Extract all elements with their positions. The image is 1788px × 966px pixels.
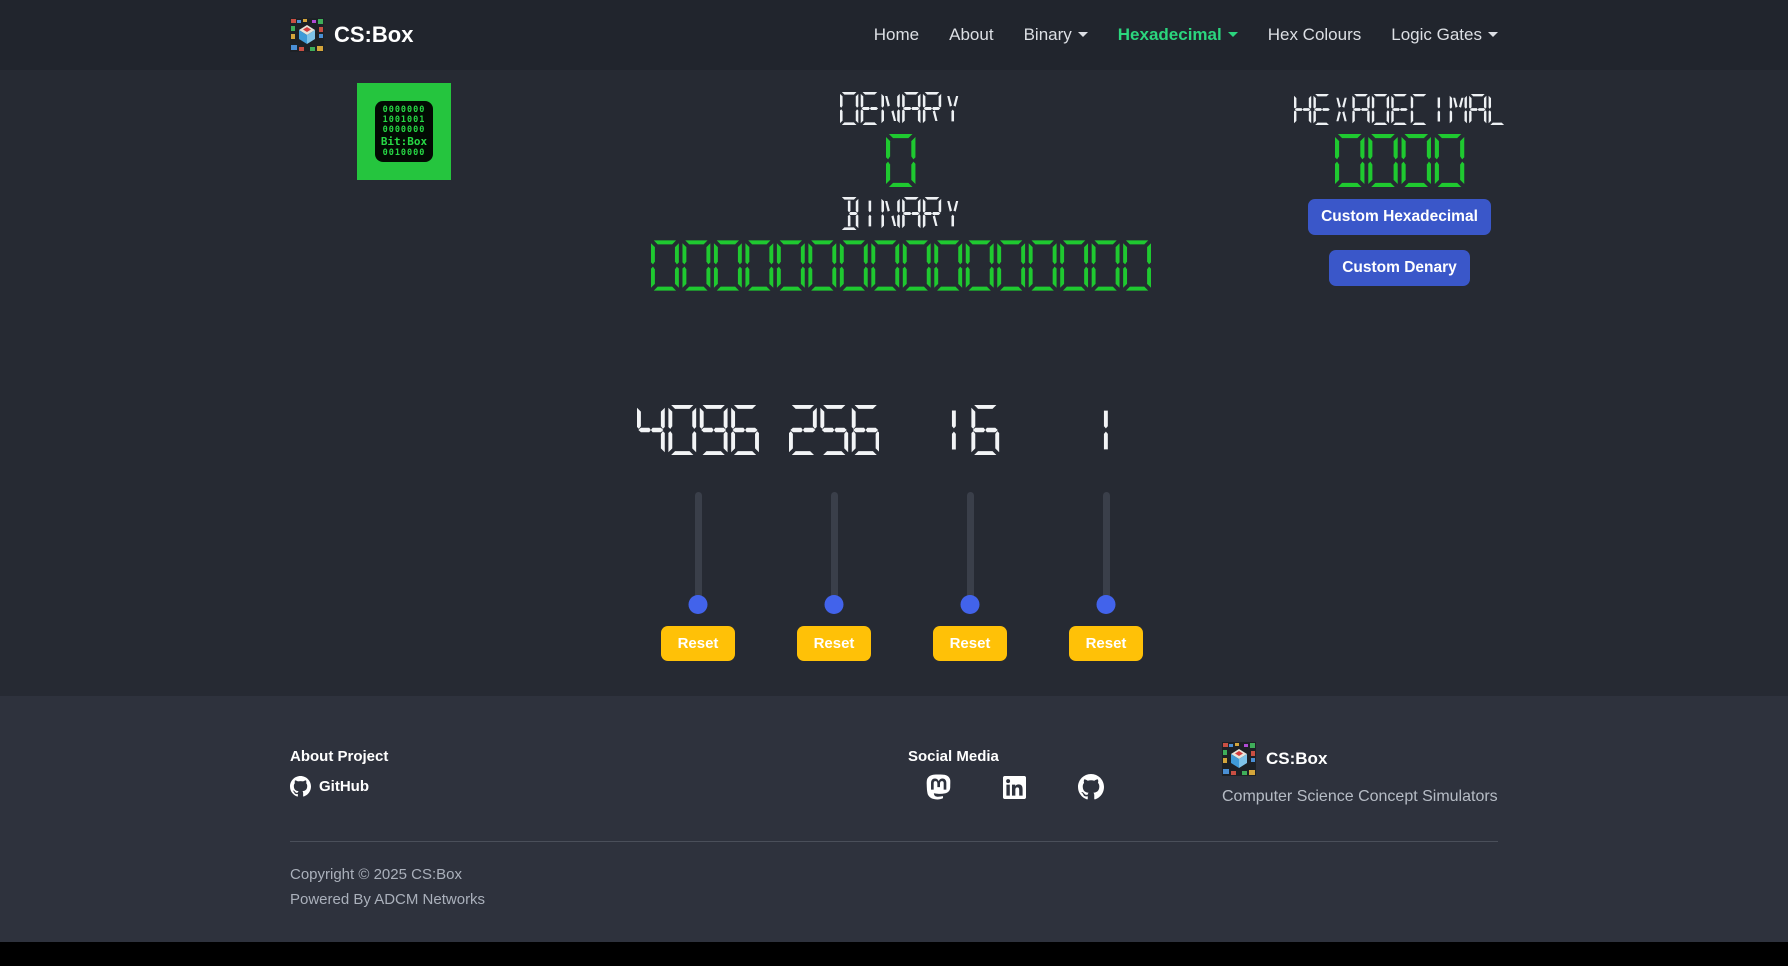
- hexadecimal-label: [1245, 94, 1555, 125]
- slider-track[interactable]: [695, 492, 702, 605]
- binary-value-display: [651, 239, 1151, 292]
- bitbox-logo: 0000000 1001001 0000000 Bit:Box 0010000: [357, 83, 451, 180]
- nav-item-hexadecimal[interactable]: Hexadecimal: [1118, 25, 1238, 45]
- caret-down-icon: [1228, 32, 1238, 37]
- reset-button[interactable]: Reset: [1069, 626, 1144, 661]
- nav-item-hex-colours[interactable]: Hex Colours: [1268, 25, 1362, 45]
- github-link-label: GitHub: [319, 778, 369, 795]
- denary-label: [651, 92, 1151, 125]
- brand-name: CS:Box: [334, 22, 413, 48]
- slider-thumb[interactable]: [825, 595, 844, 614]
- bitbox-screen: 0000000 1001001 0000000 Bit:Box 0010000: [375, 101, 433, 163]
- main-content: 0000000 1001001 0000000 Bit:Box 0010000 …: [0, 70, 1788, 696]
- footer-copyright: Copyright © 2025 CS:Box Powered By ADCM …: [290, 862, 485, 912]
- slider-thumb[interactable]: [1097, 595, 1116, 614]
- place-value-16: [940, 405, 999, 455]
- nav-links: Home About Binary Hexadecimal Hex Colour…: [874, 25, 1498, 45]
- slider-thumb[interactable]: [689, 595, 708, 614]
- slider-column-4096: Reset: [630, 405, 766, 661]
- slider-column-16: Reset: [902, 405, 1038, 661]
- slider-thumb[interactable]: [961, 595, 980, 614]
- reset-button[interactable]: Reset: [933, 626, 1008, 661]
- binary-label: [651, 197, 1151, 230]
- denary-value-display: [651, 134, 1151, 187]
- social-media-icons: [926, 774, 1104, 800]
- github-icon[interactable]: [1078, 774, 1104, 800]
- reset-button[interactable]: Reset: [661, 626, 736, 661]
- footer-tagline: Computer Science Concept Simulators: [1222, 788, 1498, 806]
- cs-box-logo-icon: [290, 18, 324, 52]
- slider-column-1: Reset: [1038, 405, 1174, 661]
- bitbox-binary-row: 0000000: [381, 125, 427, 135]
- bitbox-title: Bit:Box: [381, 135, 427, 148]
- about-project-heading: About Project: [290, 748, 388, 765]
- footer: About Project GitHub Social Media: [0, 696, 1788, 942]
- place-value-sliders: Reset Reset Reset Reset: [630, 405, 1174, 661]
- slider-track[interactable]: [831, 492, 838, 605]
- caret-down-icon: [1488, 32, 1498, 37]
- navbar-brand[interactable]: CS:Box: [290, 18, 413, 52]
- slider-track[interactable]: [967, 492, 974, 605]
- slider-column-256: Reset: [766, 405, 902, 661]
- bitbox-binary-row: 0000000: [381, 105, 427, 115]
- reset-button[interactable]: Reset: [797, 626, 872, 661]
- nav-item-binary[interactable]: Binary: [1024, 25, 1088, 45]
- nav-item-home[interactable]: Home: [874, 25, 919, 45]
- footer-divider: [290, 841, 1498, 842]
- custom-hexadecimal-button[interactable]: Custom Hexadecimal: [1308, 199, 1491, 235]
- powered-by-line: Powered By ADCM Networks: [290, 887, 485, 912]
- bottom-strip: [0, 942, 1788, 966]
- place-value-4096: [637, 405, 759, 455]
- cs-box-logo-icon: [1222, 742, 1256, 776]
- hexadecimal-value-display: [1245, 134, 1555, 187]
- github-link[interactable]: GitHub: [290, 776, 369, 797]
- nav-item-logic-gates[interactable]: Logic Gates: [1391, 25, 1498, 45]
- mastodon-icon[interactable]: [926, 774, 951, 800]
- caret-down-icon: [1078, 32, 1088, 37]
- nav-item-about[interactable]: About: [949, 25, 993, 45]
- bitbox-binary-row: 1001001: [381, 115, 427, 125]
- custom-denary-button[interactable]: Custom Denary: [1329, 250, 1470, 286]
- slider-track[interactable]: [1103, 492, 1110, 605]
- place-value-256: [789, 405, 880, 455]
- bitbox-binary-row: 0010000: [381, 148, 427, 158]
- copyright-line: Copyright © 2025 CS:Box: [290, 862, 485, 887]
- linkedin-icon[interactable]: [1003, 776, 1026, 799]
- navbar: CS:Box Home About Binary Hexadecimal Hex…: [0, 0, 1788, 70]
- github-icon: [290, 776, 311, 797]
- footer-brand: CS:Box: [1222, 742, 1327, 776]
- social-media-heading: Social Media: [908, 748, 999, 765]
- place-value-1: [1092, 405, 1120, 455]
- footer-brand-name: CS:Box: [1266, 749, 1327, 769]
